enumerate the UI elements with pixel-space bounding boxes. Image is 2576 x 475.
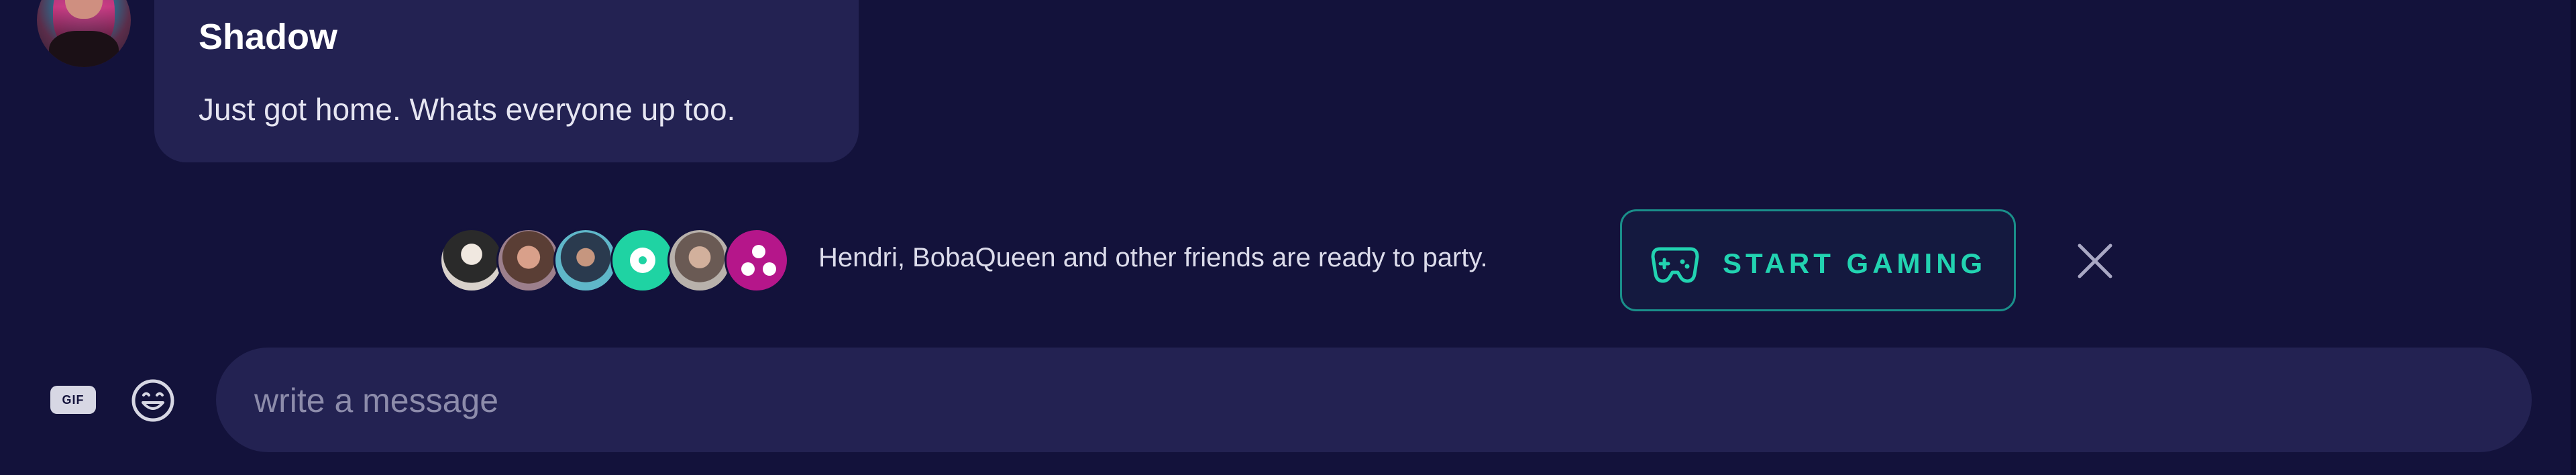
chat-panel: Shadow Just got home. Whats everyone up … (0, 0, 2576, 475)
party-avatar-stack (439, 228, 802, 295)
message-text: Just got home. Whats everyone up too. (199, 92, 736, 127)
message-composer (216, 348, 2532, 454)
message-input[interactable] (253, 348, 2496, 454)
message-bubble: Shadow Just got home. Whats everyone up … (154, 0, 859, 162)
start-gaming-label: START GAMING (1723, 248, 1987, 279)
scrollbar-track (2571, 0, 2576, 475)
sender-avatar[interactable] (37, 0, 131, 67)
friend-avatar[interactable] (439, 228, 504, 293)
emoji-icon[interactable] (129, 377, 176, 424)
start-gaming-button[interactable]: START GAMING (1620, 209, 2016, 311)
message-author: Shadow (199, 17, 338, 57)
friend-avatar[interactable] (667, 228, 732, 293)
friend-avatar[interactable] (553, 228, 618, 293)
friend-avatar[interactable] (724, 228, 789, 293)
party-ready-text: Hendri, BobaQueen and other friends are … (818, 243, 1488, 272)
gamepad-icon (1651, 247, 1699, 283)
close-icon[interactable] (2074, 240, 2116, 282)
gif-button[interactable]: GIF (50, 386, 96, 414)
friend-avatar[interactable] (496, 228, 561, 293)
friend-avatar[interactable] (610, 228, 675, 293)
